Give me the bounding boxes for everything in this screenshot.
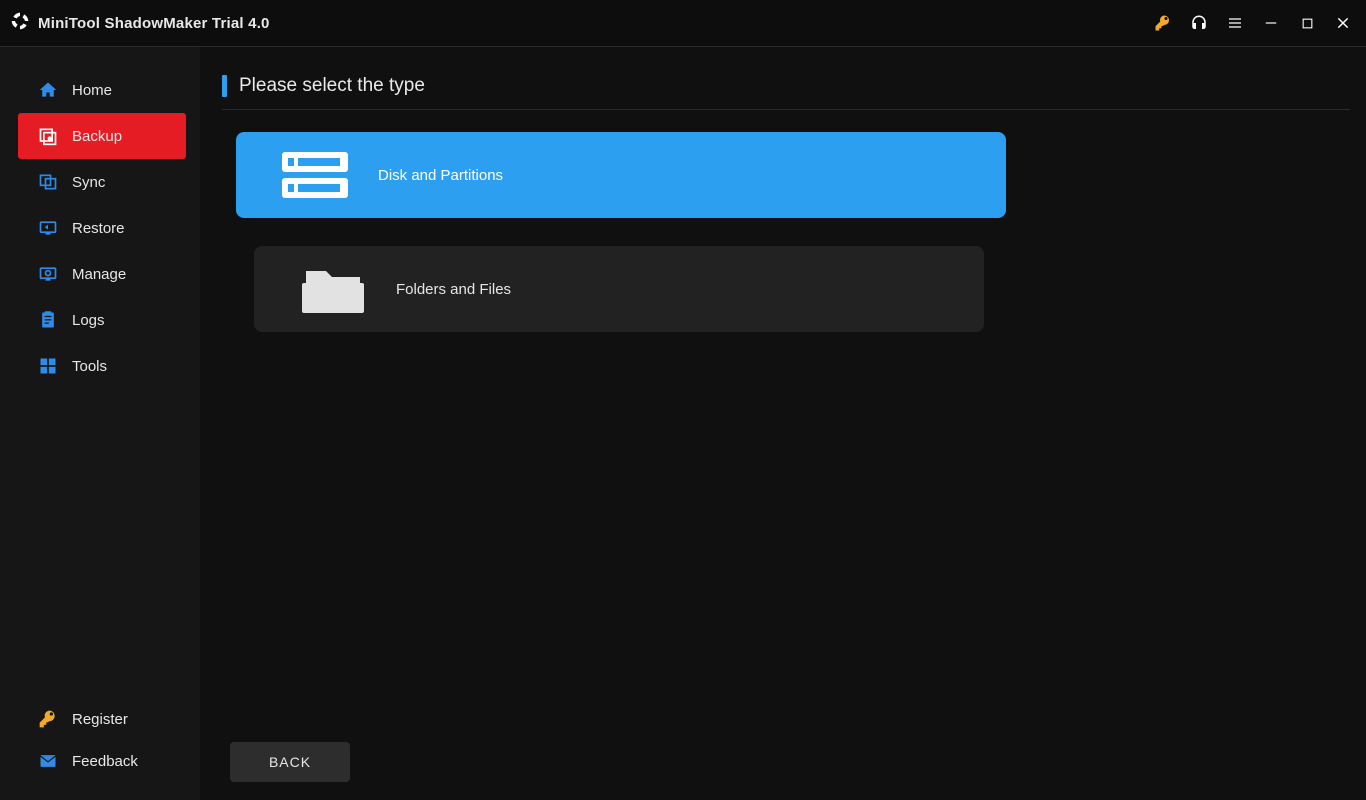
- headset-icon[interactable]: [1190, 14, 1208, 32]
- sidebar-item-label: Tools: [72, 358, 107, 375]
- sidebar-item-manage[interactable]: Manage: [0, 251, 200, 297]
- maximize-icon[interactable]: [1298, 14, 1316, 32]
- app-logo-icon: [10, 11, 30, 36]
- sidebar-item-home[interactable]: Home: [0, 67, 200, 113]
- sidebar-footer-register[interactable]: Register: [0, 698, 200, 740]
- menu-icon[interactable]: [1226, 14, 1244, 32]
- brand: MiniTool ShadowMaker Trial 4.0: [8, 11, 270, 36]
- sidebar-item-label: Sync: [72, 174, 105, 191]
- app-window: MiniTool ShadowMaker Trial 4.0: [0, 0, 1366, 800]
- restore-icon: [38, 218, 58, 238]
- option-folders-and-files[interactable]: Folders and Files: [254, 246, 984, 332]
- sync-icon: [38, 172, 58, 192]
- sidebar-footer-feedback[interactable]: Feedback: [0, 740, 200, 782]
- back-button[interactable]: BACK: [230, 742, 350, 782]
- sidebar-item-tools[interactable]: Tools: [0, 343, 200, 389]
- sidebar-item-label: Logs: [72, 312, 105, 329]
- tools-icon: [38, 356, 58, 376]
- close-icon[interactable]: [1334, 14, 1352, 32]
- manage-icon: [38, 264, 58, 284]
- sidebar-item-label: Manage: [72, 266, 126, 283]
- option-label: Disk and Partitions: [378, 167, 503, 184]
- folder-icon: [298, 261, 368, 317]
- sidebar-item-label: Backup: [72, 128, 122, 145]
- app-title: MiniTool ShadowMaker Trial 4.0: [38, 15, 270, 32]
- section-header: Please select the type: [222, 75, 1350, 110]
- page-title: Please select the type: [239, 75, 425, 97]
- minimize-icon[interactable]: [1262, 14, 1280, 32]
- sidebar-item-label: Home: [72, 82, 112, 99]
- titlebar-controls: [1154, 14, 1358, 32]
- logs-icon: [38, 310, 58, 330]
- option-disk-and-partitions[interactable]: Disk and Partitions: [236, 132, 1006, 218]
- sidebar-nav: Home Backup Sync: [0, 67, 200, 389]
- mail-icon: [38, 751, 58, 771]
- type-options: Disk and Partitions Folders and Files: [236, 132, 1006, 332]
- sidebar-item-logs[interactable]: Logs: [0, 297, 200, 343]
- main-panel: Please select the type Disk: [200, 47, 1366, 800]
- titlebar: MiniTool ShadowMaker Trial 4.0: [0, 0, 1366, 47]
- sidebar-footer-label: Register: [72, 711, 128, 728]
- sidebar-item-label: Restore: [72, 220, 125, 237]
- key-icon[interactable]: [1154, 14, 1172, 32]
- sidebar: Home Backup Sync: [0, 47, 200, 800]
- sidebar-item-backup[interactable]: Backup: [18, 113, 186, 159]
- partitions-icon: [280, 147, 350, 203]
- register-key-icon: [38, 709, 58, 729]
- sidebar-footer-label: Feedback: [72, 753, 138, 770]
- backup-icon: [38, 126, 58, 146]
- sidebar-item-sync[interactable]: Sync: [0, 159, 200, 205]
- accent-bar: [222, 75, 227, 97]
- body: Home Backup Sync: [0, 47, 1366, 800]
- sidebar-spacer: [0, 389, 200, 698]
- option-label: Folders and Files: [396, 281, 511, 298]
- sidebar-item-restore[interactable]: Restore: [0, 205, 200, 251]
- home-icon: [38, 80, 58, 100]
